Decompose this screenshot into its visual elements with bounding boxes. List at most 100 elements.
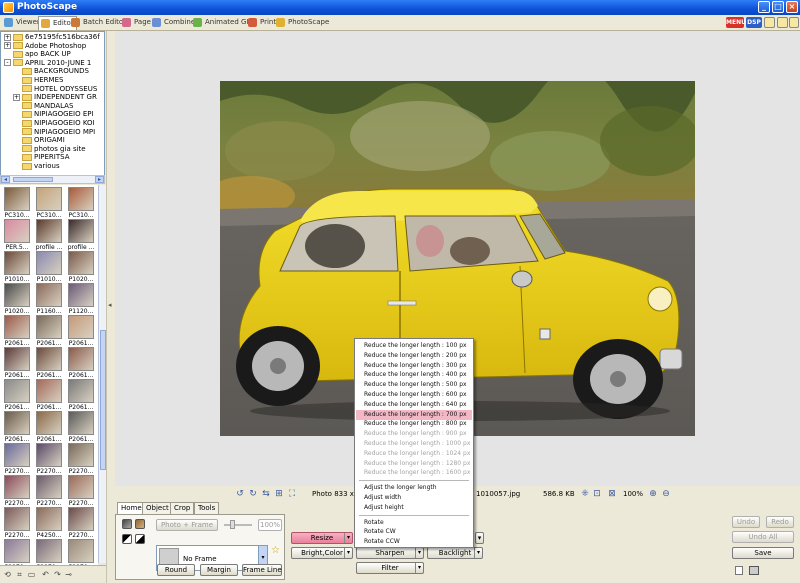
menu-item-rotate[interactable]: Rotate bbox=[356, 518, 472, 528]
tab-photoscape[interactable]: PhotoScape bbox=[274, 16, 331, 30]
menu-item-reduce[interactable]: Reduce the longer length : 600 px bbox=[356, 390, 472, 400]
thumbnail[interactable]: P2061... bbox=[2, 410, 32, 446]
thumbnail[interactable]: P2061... bbox=[2, 314, 32, 350]
chevron-down-icon[interactable]: ▾ bbox=[415, 548, 423, 558]
help-icon[interactable] bbox=[764, 17, 775, 28]
expand-icon[interactable]: + bbox=[4, 42, 11, 50]
chevron-down-icon[interactable]: ▾ bbox=[475, 532, 484, 544]
thumbnail[interactable]: P2061... bbox=[66, 410, 96, 446]
chevron-down-icon[interactable]: ▾ bbox=[415, 563, 423, 573]
menu-item-reduce[interactable]: Reduce the longer length : 300 px bbox=[356, 361, 472, 371]
tab-page[interactable]: Page bbox=[120, 16, 153, 30]
thumbnail[interactable]: P2270... bbox=[34, 474, 64, 510]
back-icon[interactable]: ↶ bbox=[41, 570, 50, 579]
scroll-left-icon[interactable]: ◂ bbox=[1, 176, 10, 183]
menu-item-reduce[interactable]: Reduce the longer length : 200 px bbox=[356, 351, 472, 361]
thumbnail[interactable]: P2061... bbox=[2, 378, 32, 414]
expand-icon[interactable]: + bbox=[13, 93, 20, 101]
thumbnail[interactable]: P1160... bbox=[34, 282, 64, 318]
tab-viewer[interactable]: Viewer bbox=[2, 16, 42, 30]
frame-slider[interactable] bbox=[224, 524, 252, 526]
menu-item-reduce[interactable]: Reduce the longer length : 700 px bbox=[356, 409, 472, 420]
menu-item-reduce[interactable]: Reduce the longer length : 400 px bbox=[356, 370, 472, 380]
thumbnail[interactable]: P2061... bbox=[34, 346, 64, 382]
thumbnail[interactable]: P1020... bbox=[66, 250, 96, 286]
tree-item[interactable]: various bbox=[13, 162, 60, 171]
undo-all-button[interactable]: Undo All bbox=[732, 531, 794, 543]
thumbnail[interactable]: P1120... bbox=[66, 282, 96, 318]
sharpen-button[interactable]: Sharpen ▾ bbox=[356, 547, 424, 559]
thumbnail[interactable]: P4250... bbox=[34, 506, 64, 542]
panel-splitter[interactable]: ◂ bbox=[106, 31, 114, 583]
thumbnail[interactable]: P2270... bbox=[2, 538, 32, 565]
star-icon[interactable]: ☆ bbox=[271, 545, 280, 556]
frame-line-button[interactable]: Frame Line bbox=[242, 564, 282, 576]
folder-icon[interactable] bbox=[777, 17, 788, 28]
resize-button[interactable]: Resize ▾ bbox=[291, 532, 353, 544]
thumbnail[interactable]: P2061... bbox=[2, 346, 32, 382]
menu-item-reduce[interactable]: Reduce the longer length : 500 px bbox=[356, 380, 472, 390]
menu-item-adjust[interactable]: Adjust the longer length bbox=[356, 483, 472, 493]
menu-button[interactable]: MENU bbox=[726, 17, 746, 28]
thumbnail[interactable]: P2270... bbox=[66, 506, 96, 542]
frame-style-icon[interactable] bbox=[135, 519, 145, 529]
frame-percent[interactable]: 100% bbox=[258, 519, 282, 531]
menu-item-reduce[interactable]: Reduce the longer length : 800 px bbox=[356, 419, 472, 429]
tab-object[interactable]: Object bbox=[142, 502, 173, 514]
slider-thumb[interactable] bbox=[230, 520, 235, 529]
menu-item-rotate[interactable]: Rotate CCW bbox=[356, 537, 472, 547]
close-button[interactable]: × bbox=[786, 1, 798, 13]
maximize-button[interactable]: □ bbox=[772, 1, 784, 13]
thumbnail[interactable]: P2270... bbox=[2, 442, 32, 478]
thumbnail[interactable]: P2061... bbox=[66, 378, 96, 414]
fit-icon[interactable]: ⊞ bbox=[274, 489, 284, 499]
flip-icon[interactable]: ⇆ bbox=[261, 489, 271, 499]
bright-color-button[interactable]: Bright,Color ▾ bbox=[291, 547, 353, 559]
zoom-out-icon[interactable]: ⊖ bbox=[661, 489, 671, 499]
thumbnail[interactable]: P2270... bbox=[2, 474, 32, 510]
chevron-down-icon[interactable]: ▾ bbox=[344, 548, 352, 558]
invert-icon[interactable] bbox=[135, 534, 145, 544]
tree-horizontal-scrollbar[interactable]: ◂ ▸ bbox=[0, 175, 105, 184]
thumbnail[interactable]: P2270... bbox=[34, 538, 64, 565]
thumb-size-slider[interactable]: ⊸ bbox=[64, 570, 73, 579]
folder-tree[interactable]: +6e75195fc516bca36f + Adobe Photoshop apo B… bbox=[0, 31, 105, 176]
round-button[interactable]: Round bbox=[157, 564, 195, 576]
rotate-right-icon[interactable]: ↻ bbox=[248, 489, 258, 499]
thumbnail[interactable]: P2061... bbox=[34, 378, 64, 414]
fullscreen-icon[interactable]: ⛶ bbox=[287, 489, 297, 499]
grid-icon[interactable]: ⁜ bbox=[580, 489, 590, 499]
rotate-left-icon[interactable]: ↺ bbox=[235, 489, 245, 499]
frame-style-icon[interactable] bbox=[122, 519, 132, 529]
actual-size-icon[interactable]: ⊡ bbox=[592, 489, 602, 499]
thumbnail[interactable]: profile ... bbox=[34, 218, 64, 254]
save-button[interactable]: Save bbox=[732, 547, 794, 559]
thumbnail[interactable]: PER.5... bbox=[2, 218, 32, 254]
dsp-button[interactable]: DSP bbox=[746, 17, 762, 28]
new-document-icon[interactable] bbox=[735, 566, 743, 575]
thumbnail[interactable]: P2270... bbox=[66, 538, 96, 565]
scroll-right-icon[interactable]: ▸ bbox=[95, 176, 104, 183]
tab-tools[interactable]: Tools bbox=[194, 502, 220, 514]
forward-icon[interactable]: ↷ bbox=[53, 570, 62, 579]
settings-icon[interactable] bbox=[789, 17, 799, 28]
thumbnail[interactable]: P1010... bbox=[34, 250, 64, 286]
margin-button[interactable]: Margin bbox=[200, 564, 238, 576]
photo-frame-button[interactable]: Photo + Frame bbox=[156, 519, 218, 531]
thumbnail[interactable]: PC310... bbox=[66, 186, 96, 222]
zoom-fit-icon[interactable]: ⊠ bbox=[607, 489, 617, 499]
menu-item-reduce[interactable]: Reduce the longer length : 100 px bbox=[356, 341, 472, 351]
thumbnail[interactable]: P2061... bbox=[34, 410, 64, 446]
folder-open-icon[interactable]: ▭ bbox=[27, 570, 36, 579]
thumbnail[interactable]: P2270... bbox=[34, 442, 64, 478]
menu-item-rotate[interactable]: Rotate CW bbox=[356, 527, 472, 537]
thumbnail[interactable]: P2061... bbox=[66, 314, 96, 350]
collapse-arrow-icon[interactable]: ◂ bbox=[108, 301, 113, 321]
scroll-thumb[interactable] bbox=[13, 177, 53, 182]
menu-item-adjust[interactable]: Adjust width bbox=[356, 493, 472, 503]
redo-button[interactable]: Redo bbox=[766, 516, 794, 528]
undo-button[interactable]: Undo bbox=[732, 516, 760, 528]
minimize-button[interactable]: _ bbox=[758, 1, 770, 13]
thumbnail[interactable]: P2061... bbox=[34, 314, 64, 350]
refresh-icon[interactable]: ⟲ bbox=[3, 570, 12, 579]
